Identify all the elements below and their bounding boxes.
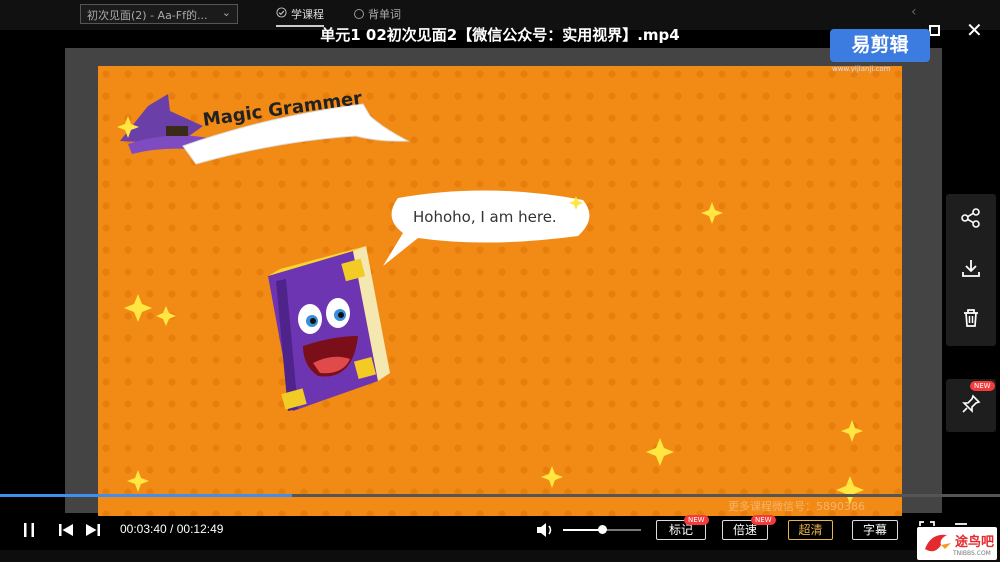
pause-icon xyxy=(24,523,34,537)
quality-button[interactable]: 超清 xyxy=(788,520,833,540)
frame-watermark: 更多课程微信号：5890386 xyxy=(728,500,865,513)
playback-progress-fill xyxy=(0,494,292,497)
previous-button[interactable] xyxy=(57,521,75,539)
site-name: 途鸟吧 xyxy=(955,535,995,550)
chevron-left-icon[interactable]: ‹ xyxy=(911,4,917,20)
video-frame[interactable]: Magic Grammer Hohoho, I am here. 更多课程微信号… xyxy=(98,66,902,516)
bird-logo-icon xyxy=(925,534,951,552)
pause-button[interactable] xyxy=(20,521,38,539)
volume-button[interactable] xyxy=(535,520,555,540)
time-display: 00:03:40 / 00:12:49 xyxy=(120,522,223,536)
subtitle-button[interactable]: 字幕 xyxy=(852,520,898,540)
next-button[interactable] xyxy=(84,521,102,539)
maximize-icon[interactable] xyxy=(929,25,940,36)
tab-label: 学课程 xyxy=(291,8,324,21)
tab-vocabulary[interactable]: 背单词 xyxy=(354,6,401,22)
download-icon[interactable] xyxy=(960,257,982,283)
speed-new-badge: NEW xyxy=(751,515,776,525)
course-select-value: 初次见面(2) - Aa-Ff的... xyxy=(87,9,208,22)
chevron-down-icon: ⌄ xyxy=(221,6,231,19)
sparkle-decorations xyxy=(124,196,864,504)
close-icon[interactable]: ✕ xyxy=(966,18,983,42)
tab-study-course[interactable]: 学课程 xyxy=(276,6,324,27)
skip-next-icon xyxy=(86,524,100,536)
time-separator: / xyxy=(166,522,177,536)
skip-previous-icon xyxy=(59,524,73,536)
editor-watermark-logo: 易剪辑 xyxy=(830,29,930,62)
volume-fill xyxy=(563,529,602,531)
side-action-panel xyxy=(946,194,996,346)
share-icon[interactable] xyxy=(960,207,982,233)
current-time: 00:03:40 xyxy=(120,522,167,536)
bookmark-new-badge: NEW xyxy=(684,515,709,525)
total-time: 00:12:49 xyxy=(176,522,224,536)
volume-icon xyxy=(537,523,552,537)
playback-progress-bar[interactable] xyxy=(0,494,1000,497)
course-select[interactable]: 初次见面(2) - Aa-Ff的... ⌄ xyxy=(80,4,238,24)
tab-label: 背单词 xyxy=(368,8,401,21)
trash-icon[interactable] xyxy=(960,307,982,333)
editor-watermark-url: www.yijianji.com xyxy=(832,65,891,73)
site-domain: TNIBBS.COM xyxy=(953,550,991,557)
pin-new-badge: NEW xyxy=(970,381,995,391)
pin-icon xyxy=(960,393,982,419)
volume-slider[interactable] xyxy=(563,525,641,534)
bottom-strip xyxy=(0,550,1000,562)
radio-icon xyxy=(354,9,364,19)
volume-handle[interactable] xyxy=(598,525,607,534)
check-circle-icon xyxy=(276,7,287,21)
